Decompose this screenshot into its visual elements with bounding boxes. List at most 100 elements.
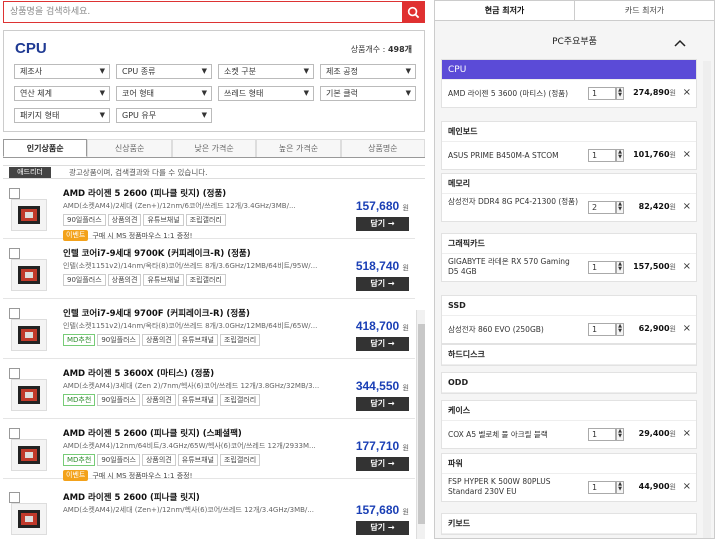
product-image[interactable] <box>11 379 47 411</box>
remove-icon[interactable]: × <box>683 261 691 272</box>
add-to-cart-button[interactable]: 담기 → <box>356 337 409 351</box>
product-image[interactable] <box>11 439 47 471</box>
quantity-spin-icon[interactable]: ▲ ▼ <box>616 481 624 494</box>
estimate-scrollbar[interactable] <box>703 61 711 538</box>
add-to-cart-button[interactable]: 담기 → <box>356 397 409 411</box>
product-checkbox[interactable] <box>9 368 20 379</box>
sort-tab[interactable]: 인기상품순 <box>3 139 88 157</box>
quantity-spin-icon[interactable]: ▲ ▼ <box>616 323 624 336</box>
part-name[interactable]: 삼성전자 DDR4 8G PC4-21300 (정품) <box>448 197 578 207</box>
list-scrollbar-thumb[interactable] <box>418 324 425 524</box>
product-checkbox[interactable] <box>9 492 20 503</box>
product-checkbox[interactable] <box>9 248 20 259</box>
product-tag[interactable]: 90일플러스 <box>97 454 140 466</box>
product-tag[interactable]: 상품의견 <box>141 454 176 466</box>
filter-select[interactable]: 기본 클럭 ▼ <box>320 86 416 101</box>
filter-select[interactable]: GPU 유무 ▼ <box>116 108 212 123</box>
part-name[interactable]: COX A5 벨로체 풀 아크릴 블랙 <box>448 430 578 440</box>
product-tag[interactable]: 90일플러스 <box>97 334 140 346</box>
product-tag[interactable]: 90일플러스 <box>97 394 140 406</box>
price-type-tab[interactable]: 카드 최저가 <box>575 1 714 20</box>
product-tag[interactable]: 유튜브채널 <box>177 334 218 346</box>
product-tag[interactable]: 유튜브채널 <box>177 454 218 466</box>
filter-select[interactable]: CPU 종류 ▼ <box>116 64 212 79</box>
search-button[interactable] <box>402 2 424 22</box>
quantity-spin-icon[interactable]: ▲ ▼ <box>616 261 624 274</box>
product-name[interactable]: AMD 라이젠 5 2600 (피나클 릿지) (스페셜팩) <box>63 427 242 439</box>
part-group-header[interactable]: 케이스 <box>442 401 696 421</box>
part-name[interactable]: FSP HYPER K 500W 80PLUS Standard 230V EU <box>448 477 578 497</box>
quantity-stepper[interactable]: 2 ▲ ▼ <box>588 201 624 214</box>
part-group-header[interactable]: 하드디스크 <box>442 345 696 365</box>
quantity-spin-icon[interactable]: ▲ ▼ <box>616 149 624 162</box>
remove-icon[interactable]: × <box>683 87 691 98</box>
filter-select[interactable]: 연산 체계 ▼ <box>14 86 110 101</box>
filter-select[interactable]: 쓰레드 형태 ▼ <box>218 86 314 101</box>
quantity-stepper[interactable]: 1 ▲ ▼ <box>588 428 624 441</box>
part-group-header[interactable]: 그래픽카드 <box>442 234 696 254</box>
section-header[interactable]: PC주요부품 <box>435 34 714 54</box>
quantity-spin-icon[interactable]: ▲ ▼ <box>616 428 624 441</box>
quantity-stepper[interactable]: 1 ▲ ▼ <box>588 323 624 336</box>
quantity-stepper[interactable]: 1 ▲ ▼ <box>588 149 624 162</box>
add-to-cart-button[interactable]: 담기 → <box>356 457 409 471</box>
add-to-cart-button[interactable]: 담기 → <box>356 521 409 535</box>
product-tag[interactable]: 조립갤러리 <box>185 214 226 226</box>
product-tag[interactable]: 유튜브채널 <box>177 394 218 406</box>
add-to-cart-button[interactable]: 담기 → <box>356 217 409 231</box>
product-image[interactable] <box>11 259 47 291</box>
part-group-header[interactable]: 파워 <box>442 454 696 474</box>
part-name[interactable]: 삼성전자 860 EVO (250GB) <box>448 325 578 335</box>
quantity-stepper[interactable]: 1 ▲ ▼ <box>588 87 624 100</box>
product-name[interactable]: 인텔 코어i7-9세대 9700F (커피레이크-R) (정품) <box>63 307 250 319</box>
product-image[interactable] <box>11 199 47 231</box>
list-scrollbar[interactable] <box>416 310 425 539</box>
chevron-up-icon[interactable] <box>674 38 686 48</box>
product-image[interactable] <box>11 319 47 351</box>
product-checkbox[interactable] <box>9 428 20 439</box>
remove-icon[interactable]: × <box>683 149 691 160</box>
quantity-stepper[interactable]: 1 ▲ ▼ <box>588 261 624 274</box>
filter-select[interactable]: 패키지 형태 ▼ <box>14 108 110 123</box>
product-checkbox[interactable] <box>9 308 20 319</box>
filter-select[interactable]: 제조사 ▼ <box>14 64 110 79</box>
filter-select[interactable]: 코어 형태 ▼ <box>116 86 212 101</box>
product-name[interactable]: AMD 라이젠 5 2600 (피나클 릿지) (정품) <box>63 187 226 199</box>
part-group-header[interactable]: 메인보드 <box>442 122 696 142</box>
sort-tab[interactable]: 높은 가격순 <box>256 139 341 157</box>
remove-icon[interactable]: × <box>683 201 691 212</box>
part-group-header[interactable]: CPU <box>442 60 696 80</box>
sort-tab[interactable]: 상품명순 <box>340 139 426 157</box>
sort-tab[interactable]: 낮은 가격순 <box>171 139 257 157</box>
quantity-spin-icon[interactable]: ▲ ▼ <box>616 201 624 214</box>
product-tag[interactable]: 상품의견 <box>141 394 176 406</box>
product-tag[interactable]: 조립갤러리 <box>219 454 261 466</box>
part-name[interactable]: GIGABYTE 라데온 RX 570 Gaming D5 4GB <box>448 257 578 277</box>
product-name[interactable]: AMD 라이젠 5 3600X (마티스) (정품) <box>63 367 214 379</box>
product-tag[interactable]: 조립갤러리 <box>219 334 261 346</box>
remove-icon[interactable]: × <box>683 428 691 439</box>
product-tag[interactable]: 90일플러스 <box>63 214 106 226</box>
product-tag[interactable]: 유튜브채널 <box>143 214 184 226</box>
product-tag[interactable]: 상품의견 <box>141 334 176 346</box>
sort-tab[interactable]: 신상품순 <box>87 139 172 157</box>
product-tag[interactable]: 조립갤러리 <box>219 394 261 406</box>
filter-select[interactable]: 제조 공정 ▼ <box>320 64 416 79</box>
part-group-header[interactable]: ODD <box>442 373 696 393</box>
filter-select[interactable]: 소켓 구분 ▼ <box>218 64 314 79</box>
product-tag[interactable]: 조립갤러리 <box>185 274 226 286</box>
part-group-header[interactable]: SSD <box>442 296 696 316</box>
part-name[interactable]: ASUS PRIME B450M-A STCOM <box>448 151 578 161</box>
product-image[interactable] <box>11 503 47 535</box>
product-tag[interactable]: 90일플러스 <box>63 274 106 286</box>
part-group-header[interactable]: 메모리 <box>442 174 696 194</box>
part-group-header[interactable]: 키보드 <box>442 514 696 534</box>
product-name[interactable]: AMD 라이젠 5 2600 (피나클 릿지) <box>63 491 200 503</box>
product-checkbox[interactable] <box>9 188 20 199</box>
product-tag[interactable]: 상품의견 <box>107 214 142 226</box>
product-tag[interactable]: 상품의견 <box>107 274 142 286</box>
product-name[interactable]: 인텔 코어i7-9세대 9700K (커피레이크-R) (정품) <box>63 247 251 259</box>
price-type-tab[interactable]: 현금 최저가 <box>435 1 575 20</box>
part-name[interactable]: AMD 라이젠 5 3600 (마티스) (정품) <box>448 89 578 99</box>
remove-icon[interactable]: × <box>683 323 691 334</box>
